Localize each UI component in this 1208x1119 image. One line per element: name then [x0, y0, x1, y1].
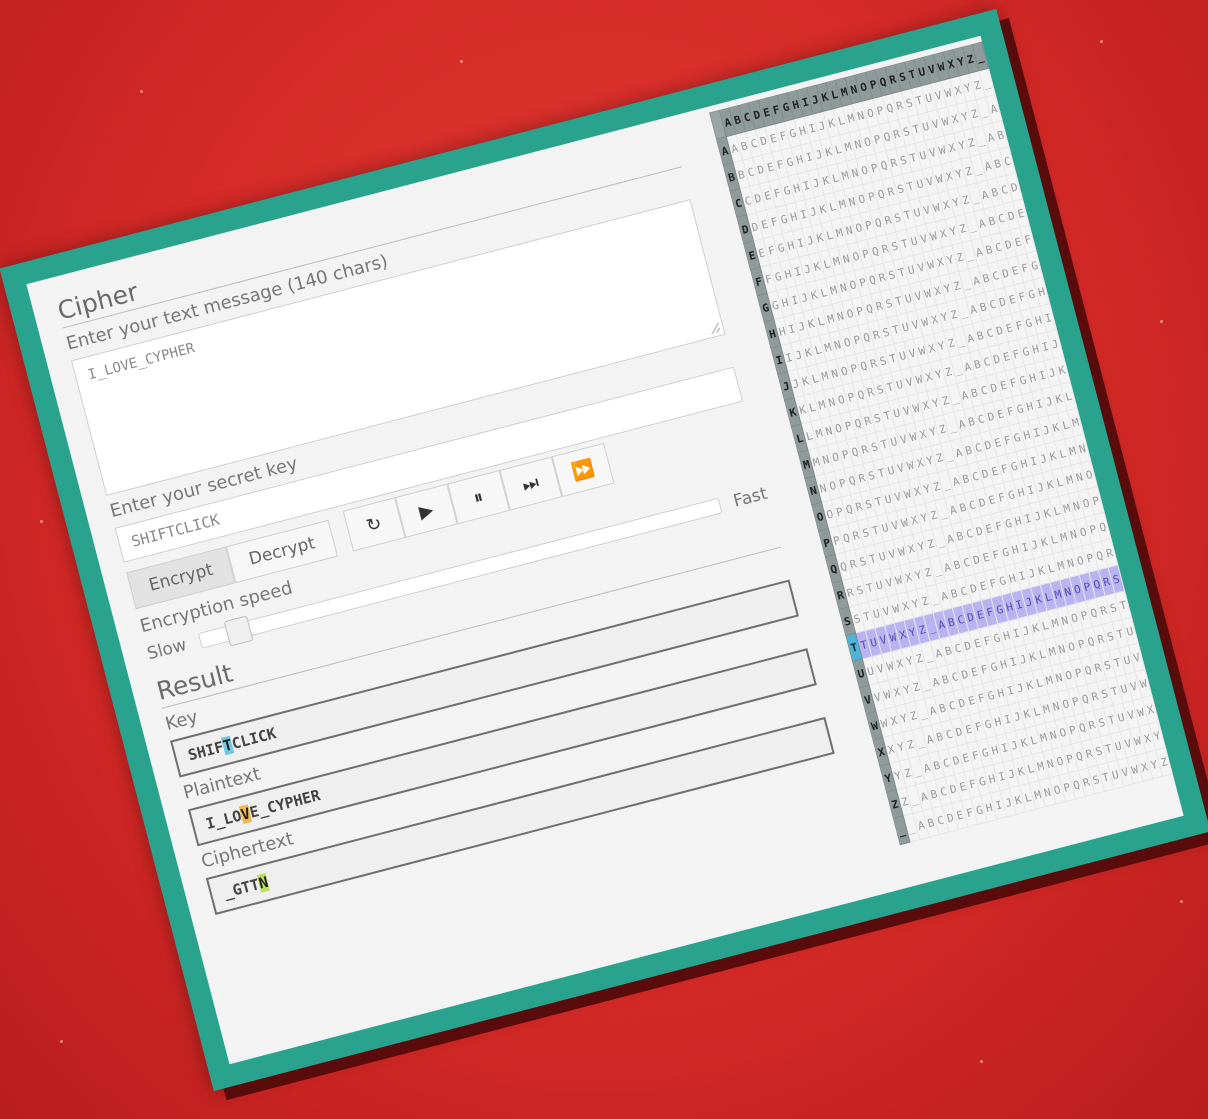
result-plain-pre: I_LO: [204, 806, 244, 834]
cipher-form: Cipher Enter your text message (140 char…: [54, 136, 835, 915]
result-key-post: CLICK: [229, 724, 279, 753]
step-icon: ⏭: [520, 471, 542, 496]
background-star: [60, 1040, 63, 1043]
background-star: [460, 60, 463, 63]
background-star: [980, 1060, 983, 1063]
speed-slider-thumb[interactable]: [223, 615, 254, 647]
play-icon: ▶: [416, 498, 436, 523]
result-cipher-pre: _GTT: [221, 875, 262, 902]
background-star: [1100, 40, 1103, 43]
background-star: [140, 90, 143, 93]
background-star: [1180, 900, 1183, 903]
message-value: I_LOVE_CYPHER: [86, 340, 197, 384]
resize-grip-icon[interactable]: [708, 322, 721, 335]
reset-icon: ↻: [363, 512, 384, 537]
result-key-pre: SHIF: [186, 737, 226, 765]
background-star: [1160, 320, 1163, 323]
fast-forward-icon: ⏩: [569, 457, 597, 483]
result-plain-post: E_CYPHER: [247, 786, 323, 822]
screenshot-card: Cipher Enter your text message (140 char…: [0, 8, 1208, 1092]
slow-label: Slow: [145, 634, 189, 665]
fast-forward-button[interactable]: ⏩: [551, 442, 615, 498]
pause-icon: ⏸: [471, 485, 486, 509]
background-star: [40, 520, 43, 523]
fast-label: Fast: [731, 483, 770, 512]
app-panel: Cipher Enter your text message (140 char…: [26, 35, 1184, 1065]
